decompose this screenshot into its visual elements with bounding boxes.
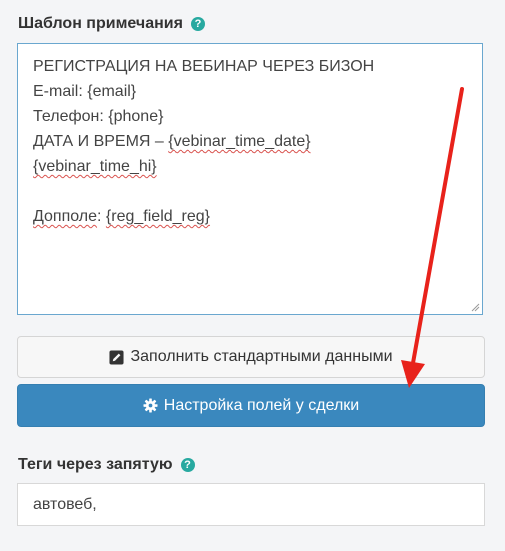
- help-icon[interactable]: ?: [190, 17, 205, 31]
- textarea-text-segment: РЕГИСТРАЦИЯ НА ВЕБИНАР ЧЕРЕЗ БИЗОН: [33, 58, 375, 75]
- textarea-line: E-mail: {email}: [33, 79, 467, 104]
- fill-defaults-label: Заполнить стандартными данными: [130, 348, 393, 365]
- gear-icon: [143, 398, 158, 413]
- textarea-text-segment: {vebinar_time_hi}: [33, 158, 157, 175]
- deal-fields-settings-label: Настройка полей у сделки: [163, 396, 360, 414]
- textarea-text-segment: Телефон: {phone}: [33, 108, 164, 125]
- tags-input[interactable]: автовеб,: [17, 483, 485, 526]
- textarea-line: {vebinar_time_hi}: [33, 154, 467, 179]
- tags-label: Теги через запятую ?: [18, 456, 195, 474]
- edit-icon: [109, 349, 124, 365]
- textarea-line: ДАТА И ВРЕМЯ – {vebinar_time_date}: [33, 129, 467, 154]
- tags-input-value: автовеб,: [33, 495, 97, 513]
- note-template-label: Шаблон примечания ?: [18, 15, 205, 33]
- textarea-text-segment: :: [97, 208, 106, 225]
- textarea-line: Телефон: {phone}: [33, 104, 467, 129]
- textarea-text-segment: E-mail: {email}: [33, 83, 137, 100]
- textarea-text-segment: {vebinar_time_date}: [168, 133, 311, 150]
- help-icon[interactable]: ?: [180, 458, 195, 472]
- textarea-line: [33, 179, 467, 204]
- note-template-title: Шаблон примечания: [18, 15, 183, 32]
- textarea-line: Допполе: {reg_field_reg}: [33, 204, 467, 229]
- textarea-text-segment: {reg_field_reg}: [105, 208, 211, 225]
- textarea-line: РЕГИСТРАЦИЯ НА ВЕБИНАР ЧЕРЕЗ БИЗОН: [33, 54, 467, 79]
- textarea-text-segment: Допполе: [33, 208, 98, 225]
- deal-fields-settings-button[interactable]: Настройка полей у сделки: [17, 384, 485, 427]
- tags-title: Теги через запятую: [18, 456, 173, 473]
- textarea-text-segment: ДАТА И ВРЕМЯ –: [33, 133, 169, 150]
- fill-defaults-button[interactable]: Заполнить стандартными данными: [17, 336, 485, 378]
- resize-grip-icon[interactable]: [470, 302, 480, 312]
- textarea-content: РЕГИСТРАЦИЯ НА ВЕБИНАР ЧЕРЕЗ БИЗОН E-mail…: [33, 54, 467, 229]
- note-template-textarea[interactable]: РЕГИСТРАЦИЯ НА ВЕБИНАР ЧЕРЕЗ БИЗОН E-mail…: [17, 43, 483, 315]
